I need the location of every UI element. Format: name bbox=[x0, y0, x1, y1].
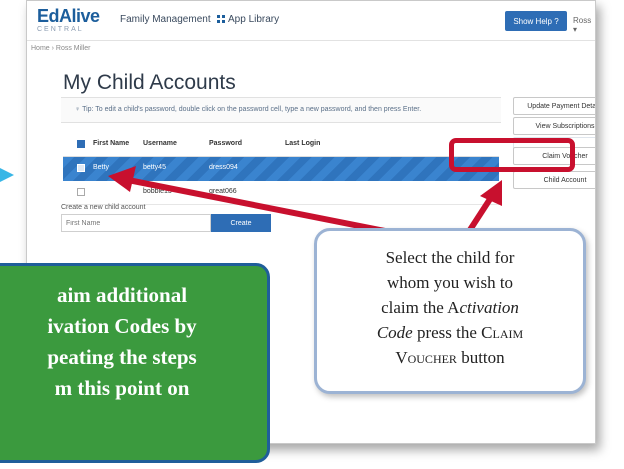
callout-line: peating the steps bbox=[47, 345, 197, 369]
callout-line: m this point on bbox=[54, 376, 190, 400]
instruction-callout: Select the child for whom you wish to cl… bbox=[314, 228, 586, 394]
callout-caps: Claim bbox=[481, 323, 524, 342]
callout-line: aim additional bbox=[56, 283, 188, 307]
callout-text: claim the A bbox=[381, 298, 460, 317]
callout-line: claim the Activation bbox=[325, 295, 575, 320]
repeat-steps-callout: aim additional ivation Codes by peating … bbox=[0, 263, 270, 463]
callout-line: Select the child for bbox=[385, 248, 515, 267]
callout-text: button bbox=[456, 348, 505, 367]
callout-caps: Voucher bbox=[395, 348, 457, 367]
callout-text: press the bbox=[412, 323, 482, 342]
callout-italic: ctivation bbox=[459, 298, 519, 317]
callout-line: Voucher button bbox=[325, 345, 575, 370]
callout-line: ivation Codes by bbox=[47, 314, 197, 338]
callout-italic: Code bbox=[376, 323, 413, 342]
callout-line: Code press the Claim bbox=[325, 320, 575, 345]
callout-line: whom you wish to bbox=[386, 273, 514, 292]
arrow-to-row-head-icon bbox=[108, 166, 136, 192]
